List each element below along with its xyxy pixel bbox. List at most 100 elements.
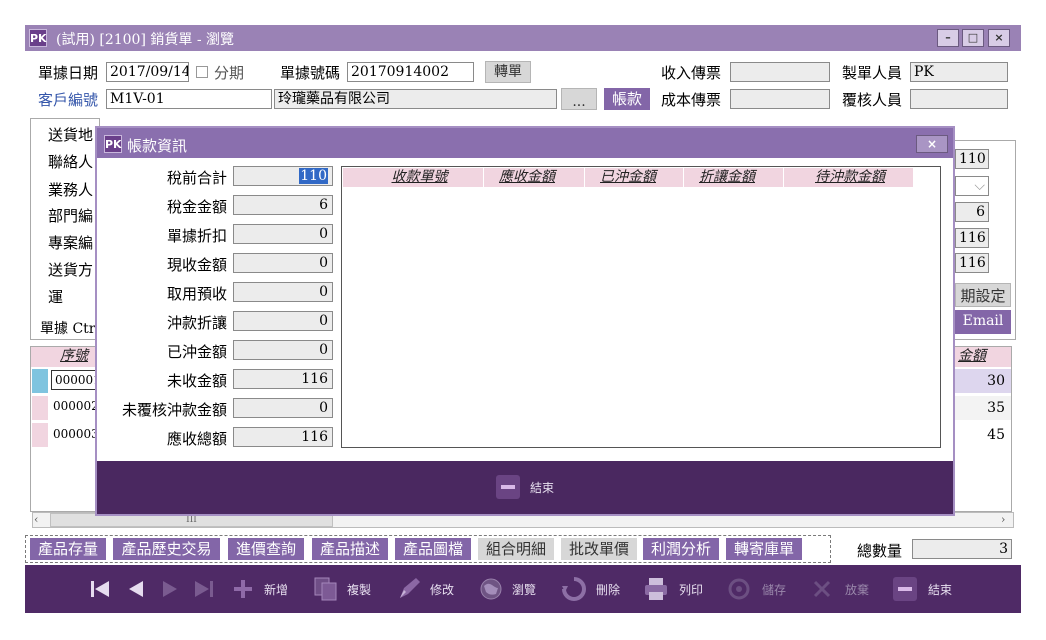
cost-ticket-field[interactable] bbox=[730, 89, 830, 109]
scroll-left-icon[interactable]: ‹ bbox=[34, 513, 38, 526]
copy-icon[interactable] bbox=[313, 576, 339, 602]
email-button[interactable]: Email bbox=[955, 310, 1011, 334]
table-row-seq[interactable]: 000003 bbox=[53, 427, 99, 441]
maker-field[interactable]: PK bbox=[910, 62, 1008, 82]
next-record-icon[interactable] bbox=[160, 579, 180, 599]
amount-column-header[interactable]: 金額 bbox=[955, 347, 989, 366]
unpaid-amount-field[interactable]: 116 bbox=[233, 369, 333, 389]
left-label-5: 送貨方 bbox=[48, 261, 94, 279]
prepaid-used-field[interactable]: 0 bbox=[233, 282, 333, 302]
table-row-amount[interactable]: 30 bbox=[955, 369, 1011, 393]
offset-amount-field[interactable]: 0 bbox=[233, 340, 333, 360]
tab-stock[interactable]: 產品存量 bbox=[30, 538, 106, 560]
table-row-seq[interactable]: 000001 bbox=[51, 370, 97, 390]
grid-header-receivable[interactable]: 應收金額 bbox=[490, 168, 564, 187]
window-title: (試用) [2100] 銷貨單 - 瀏覽 bbox=[56, 32, 235, 48]
reviewer-field[interactable] bbox=[910, 89, 1008, 109]
delete-button[interactable]: 刪除 bbox=[596, 581, 620, 598]
dialog-end-icon[interactable] bbox=[496, 475, 520, 499]
row-selector[interactable] bbox=[32, 423, 48, 447]
grid-header-allowance[interactable]: 折讓金額 bbox=[690, 168, 764, 187]
save-icon[interactable] bbox=[727, 577, 751, 601]
edit-icon[interactable] bbox=[396, 576, 422, 602]
tab-description[interactable]: 產品描述 bbox=[312, 538, 388, 560]
writeoff-discount-field[interactable]: 0 bbox=[233, 311, 333, 331]
doc-date-field[interactable]: 2017/09/14 bbox=[106, 62, 189, 82]
print-icon[interactable] bbox=[643, 576, 669, 602]
grid-header-divider bbox=[483, 168, 484, 187]
tab-combo-detail[interactable]: 組合明細 bbox=[478, 538, 554, 560]
reviewer-label: 覆核人員 bbox=[842, 91, 903, 109]
installment-checkbox[interactable] bbox=[196, 66, 208, 78]
tab-purchase-price[interactable]: 進價查詢 bbox=[228, 538, 304, 560]
grid-header-divider bbox=[783, 168, 784, 187]
receivable-total-field[interactable]: 116 bbox=[233, 427, 333, 447]
field-label-unreviewed: 未覆核沖款金額 bbox=[121, 401, 227, 419]
table-row-amount[interactable]: 45 bbox=[955, 423, 1011, 447]
dialog-titlebar bbox=[97, 128, 953, 158]
discard-icon[interactable] bbox=[811, 578, 833, 600]
receipt-grid[interactable] bbox=[341, 166, 941, 448]
grid-header-receipt-no[interactable]: 收款單號 bbox=[383, 168, 456, 187]
unreviewed-offset-field[interactable]: 0 bbox=[233, 398, 333, 418]
grid-header-pending[interactable]: 待沖款金額 bbox=[790, 168, 910, 187]
doc-no-field[interactable]: 20170914002 bbox=[347, 62, 474, 82]
customer-lookup-button[interactable]: ... bbox=[561, 88, 597, 110]
add-icon[interactable] bbox=[231, 577, 255, 601]
tab-consign[interactable]: 轉寄庫單 bbox=[726, 538, 802, 560]
field-label-pretax-total: 稅前合計 bbox=[166, 169, 227, 187]
field-label-cash: 現收金額 bbox=[166, 256, 227, 274]
close-icon[interactable]: × bbox=[988, 29, 1010, 47]
edit-button[interactable]: 修改 bbox=[430, 581, 454, 598]
discard-button[interactable]: 放棄 bbox=[845, 581, 869, 598]
save-button[interactable]: 儲存 bbox=[762, 581, 786, 598]
income-ticket-label: 收入傳票 bbox=[661, 64, 722, 82]
transfer-button[interactable]: 轉單 bbox=[485, 61, 531, 83]
period-setting-button[interactable]: 期設定 bbox=[955, 283, 1011, 307]
browse-icon[interactable] bbox=[478, 576, 504, 602]
seq-column-header[interactable]: 序號 bbox=[50, 347, 98, 366]
last-record-icon[interactable] bbox=[193, 579, 215, 599]
cash-received-field[interactable]: 0 bbox=[233, 253, 333, 273]
prev-record-icon[interactable] bbox=[126, 579, 146, 599]
first-record-icon[interactable] bbox=[89, 579, 111, 599]
browse-button[interactable]: 瀏覽 bbox=[512, 581, 536, 598]
row-selector[interactable] bbox=[32, 369, 48, 393]
table-row-amount[interactable]: 35 bbox=[955, 396, 1011, 420]
maximize-icon[interactable]: □ bbox=[962, 29, 984, 47]
dialog-title: 帳款資訊 bbox=[127, 137, 188, 155]
add-button[interactable]: 新增 bbox=[264, 581, 288, 598]
tab-history[interactable]: 產品歷史交易 bbox=[113, 538, 220, 560]
account-button[interactable]: 帳款 bbox=[604, 88, 650, 110]
left-label-1: 聯絡人 bbox=[48, 153, 94, 171]
left-label-3: 部門編 bbox=[48, 207, 94, 225]
tax-amount-field[interactable]: 6 bbox=[233, 195, 333, 215]
scroll-right-icon[interactable]: › bbox=[1001, 513, 1005, 526]
tab-image[interactable]: 產品圖檔 bbox=[395, 538, 471, 560]
left-label-2: 業務人 bbox=[48, 181, 94, 199]
end-button[interactable]: 結束 bbox=[928, 581, 952, 598]
tab-batch-price[interactable]: 批改單價 bbox=[561, 538, 637, 560]
ctrl-label: 單據 Ctrl bbox=[40, 321, 100, 337]
copy-button[interactable]: 複製 bbox=[347, 581, 371, 598]
left-label-4: 專案編 bbox=[48, 234, 94, 252]
grid-header-offset[interactable]: 已沖金額 bbox=[591, 168, 665, 187]
left-label-6: 運 bbox=[48, 288, 64, 306]
dialog-close-icon[interactable]: × bbox=[916, 135, 948, 153]
income-ticket-field[interactable] bbox=[730, 62, 830, 82]
end-icon[interactable] bbox=[893, 577, 917, 601]
customer-no-label[interactable]: 客戶編號 bbox=[38, 89, 98, 110]
print-button[interactable]: 列印 bbox=[679, 581, 703, 598]
total-qty-label: 總數量 bbox=[857, 542, 903, 560]
pretax-total-field[interactable]: 110 bbox=[233, 166, 333, 186]
right-select[interactable]: ⌵ bbox=[955, 176, 989, 196]
delete-icon[interactable] bbox=[561, 576, 587, 602]
discount-field[interactable]: 0 bbox=[233, 224, 333, 244]
tab-profit[interactable]: 利潤分析 bbox=[643, 538, 719, 560]
row-selector[interactable] bbox=[32, 396, 48, 420]
dialog-end-button[interactable]: 結束 bbox=[530, 479, 554, 496]
minimize-icon[interactable]: – bbox=[937, 29, 959, 47]
customer-no-field[interactable]: M1V-01 bbox=[106, 89, 272, 109]
doc-no-label: 單據號碼 bbox=[280, 64, 341, 82]
table-row-seq[interactable]: 000002 bbox=[53, 399, 99, 413]
